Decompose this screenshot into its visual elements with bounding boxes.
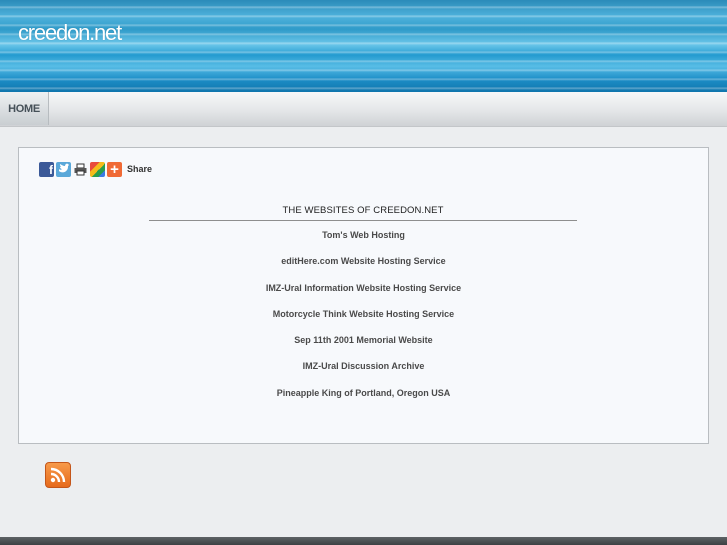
link-pineapple-king[interactable]: Pineapple King of Portland, Oregon USA — [277, 388, 451, 414]
heading-divider — [149, 220, 577, 221]
link-motorcycle-think[interactable]: Motorcycle Think Website Hosting Service — [273, 309, 454, 335]
link-toms-web-hosting[interactable]: Tom's Web Hosting — [322, 230, 405, 256]
share-link[interactable]: Share — [127, 164, 152, 174]
rss-icon[interactable] — [45, 462, 71, 488]
site-title[interactable]: creedon.net — [18, 20, 122, 46]
addthis-plus-icon[interactable]: + — [107, 161, 122, 177]
page-heading: THE WEBSITES OF CREEDON.NET — [282, 205, 444, 216]
google-icon[interactable] — [90, 161, 105, 177]
content-panel: f + Share THE WEBSITES OF CREEDON.NET To… — [18, 147, 709, 444]
website-links-list: Tom's Web Hosting editHere.com Website H… — [19, 230, 708, 414]
site-header: creedon.net — [0, 0, 727, 92]
link-imz-ural-archive[interactable]: IMZ-Ural Discussion Archive — [303, 361, 425, 387]
share-toolbar: f + Share — [39, 161, 152, 177]
facebook-icon[interactable]: f — [39, 161, 54, 177]
nav-item-home[interactable]: HOME — [0, 92, 49, 125]
nav-bar: HOME — [0, 92, 727, 127]
link-sep11-memorial[interactable]: Sep 11th 2001 Memorial Website — [294, 335, 432, 361]
footer-bar — [0, 537, 727, 545]
link-edithere[interactable]: editHere.com Website Hosting Service — [281, 256, 445, 282]
link-imz-ural-info[interactable]: IMZ-Ural Information Website Hosting Ser… — [266, 283, 461, 309]
twitter-icon[interactable] — [56, 161, 71, 177]
print-icon[interactable] — [73, 162, 88, 177]
